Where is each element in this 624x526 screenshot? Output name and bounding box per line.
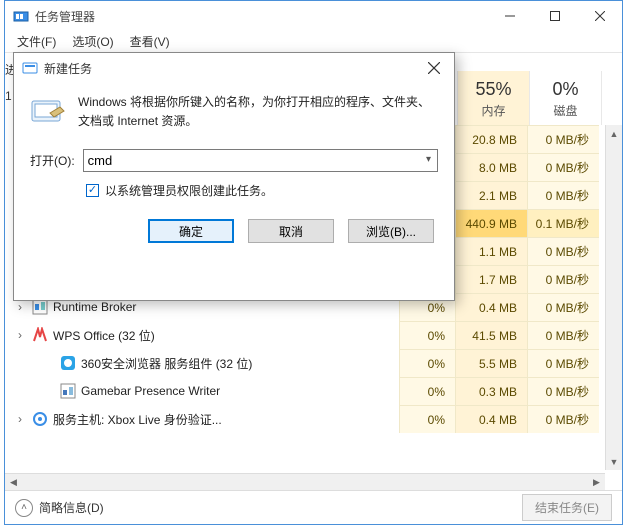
mem-cell: 1.7 MB: [455, 265, 527, 293]
table-row[interactable]: › WPS Office (32 位)0%41.5 MB0 MB/秒: [13, 321, 616, 349]
expand-icon[interactable]: ›: [13, 328, 27, 342]
mem-cell: 20.8 MB: [455, 125, 527, 153]
disk-cell: 0 MB/秒: [527, 321, 599, 349]
mem-cell: 41.5 MB: [455, 321, 527, 349]
mem-cell: 0.4 MB: [455, 405, 527, 433]
process-icon: [59, 354, 77, 372]
run-icon: [30, 93, 66, 129]
process-name: WPS Office (32 位): [53, 327, 399, 344]
process-name: 360安全浏览器 服务组件 (32 位): [81, 355, 399, 372]
app-icon: [13, 8, 29, 24]
end-task-label: 结束任务(E): [535, 501, 599, 515]
cancel-button[interactable]: 取消: [248, 219, 334, 243]
chevron-up-icon: ˄: [15, 499, 33, 517]
expand-icon[interactable]: ›: [13, 300, 27, 314]
table-row[interactable]: Gamebar Presence Writer0%0.3 MB0 MB/秒: [13, 377, 616, 405]
mem-cell: 0.3 MB: [455, 377, 527, 405]
mem-cell: 2.1 MB: [455, 181, 527, 209]
disk-pct: 0%: [530, 79, 601, 100]
menu-view[interactable]: 查看(V): [126, 31, 174, 52]
menu-options[interactable]: 选项(O): [68, 31, 117, 52]
admin-check-label: 以系统管理员权限创建此任务。: [105, 182, 273, 199]
table-row[interactable]: 360安全浏览器 服务组件 (32 位)0%5.5 MB0 MB/秒: [13, 349, 616, 377]
mem-cell: 5.5 MB: [455, 349, 527, 377]
cpu-cell: 0%: [399, 405, 455, 433]
table-row[interactable]: › 服务主机: Xbox Live 身份验证...0%0.4 MB0 MB/秒: [13, 405, 616, 433]
scroll-left-icon[interactable]: ◀: [5, 474, 22, 490]
scroll-right-icon[interactable]: ▶: [588, 474, 605, 490]
cancel-label: 取消: [279, 223, 303, 240]
mem-cell: 0.4 MB: [455, 293, 527, 321]
column-disk[interactable]: 0% 磁盘: [530, 71, 602, 125]
disk-cell: 0.1 MB/秒: [527, 209, 599, 237]
disk-cell: 0 MB/秒: [527, 125, 599, 153]
window-controls: [487, 1, 622, 31]
dialog-titlebar[interactable]: 新建任务: [14, 53, 454, 83]
disk-cell: 0 MB/秒: [527, 265, 599, 293]
menu-file[interactable]: 文件(F): [13, 31, 60, 52]
open-input[interactable]: cmd ▾: [83, 149, 438, 172]
process-name: 服务主机: Xbox Live 身份验证...: [53, 411, 399, 428]
column-memory[interactable]: 55% 内存: [458, 71, 530, 125]
dialog-icon: [22, 60, 38, 76]
cpu-cell: 0%: [399, 321, 455, 349]
fewer-details-label: 简略信息(D): [39, 499, 104, 516]
disk-cell: 0 MB/秒: [527, 237, 599, 265]
chevron-down-icon[interactable]: ▾: [426, 154, 431, 165]
scroll-up-icon[interactable]: ▲: [606, 125, 622, 142]
fewer-details-button[interactable]: ˄ 简略信息(D): [15, 499, 104, 517]
disk-cell: 0 MB/秒: [527, 377, 599, 405]
ok-button[interactable]: 确定: [148, 219, 234, 243]
disk-cell: 0 MB/秒: [527, 293, 599, 321]
mem-cell: 1.1 MB: [455, 237, 527, 265]
footer: ˄ 简略信息(D) 结束任务(E): [5, 490, 622, 524]
dialog-title: 新建任务: [44, 60, 92, 77]
disk-cell: 0 MB/秒: [527, 349, 599, 377]
dialog-body: Windows 将根据你所键入的名称，为你打开相应的程序、文件夹、文档或 Int…: [14, 83, 454, 243]
maximize-button[interactable]: [532, 1, 577, 31]
mem-label: 内存: [458, 102, 529, 119]
vertical-scrollbar[interactable]: ▲ ▼: [605, 125, 622, 470]
disk-cell: 0 MB/秒: [527, 405, 599, 433]
mem-cell: 8.0 MB: [455, 153, 527, 181]
cpu-cell: 0%: [399, 349, 455, 377]
disk-cell: 0 MB/秒: [527, 181, 599, 209]
process-name: Gamebar Presence Writer: [81, 384, 399, 398]
new-task-dialog: 新建任务 Windows 将根据你所键入的名称，为你打开相应的程序、文件夹、文档…: [13, 52, 455, 301]
minimize-button[interactable]: [487, 1, 532, 31]
browse-button[interactable]: 浏览(B)...: [348, 219, 434, 243]
process-name: Runtime Broker: [53, 300, 399, 314]
mem-pct: 55%: [458, 79, 529, 100]
end-task-button[interactable]: 结束任务(E): [522, 494, 612, 521]
mem-cell: 440.9 MB: [455, 209, 527, 237]
process-icon: [31, 410, 49, 428]
scroll-down-icon[interactable]: ▼: [606, 453, 622, 470]
browse-label: 浏览(B)...: [366, 223, 416, 240]
dialog-close-button[interactable]: [414, 53, 454, 83]
ok-label: 确定: [179, 223, 203, 240]
disk-label: 磁盘: [530, 102, 601, 119]
menubar: 文件(F) 选项(O) 查看(V): [5, 31, 622, 53]
process-icon: [31, 326, 49, 344]
disk-cell: 0 MB/秒: [527, 153, 599, 181]
window-title: 任务管理器: [35, 8, 95, 25]
admin-checkbox[interactable]: ✓: [86, 184, 99, 197]
dialog-buttons: 确定 取消 浏览(B)...: [30, 219, 438, 243]
expand-icon[interactable]: ›: [13, 412, 27, 426]
cpu-cell: 0%: [399, 377, 455, 405]
close-button[interactable]: [577, 1, 622, 31]
titlebar[interactable]: 任务管理器: [5, 1, 622, 31]
process-icon: [59, 382, 77, 400]
open-value: cmd: [88, 153, 113, 168]
dialog-message: Windows 将根据你所键入的名称，为你打开相应的程序、文件夹、文档或 Int…: [78, 93, 438, 131]
open-label: 打开(O):: [30, 152, 75, 169]
horizontal-scrollbar[interactable]: ◀ ▶: [5, 473, 605, 490]
